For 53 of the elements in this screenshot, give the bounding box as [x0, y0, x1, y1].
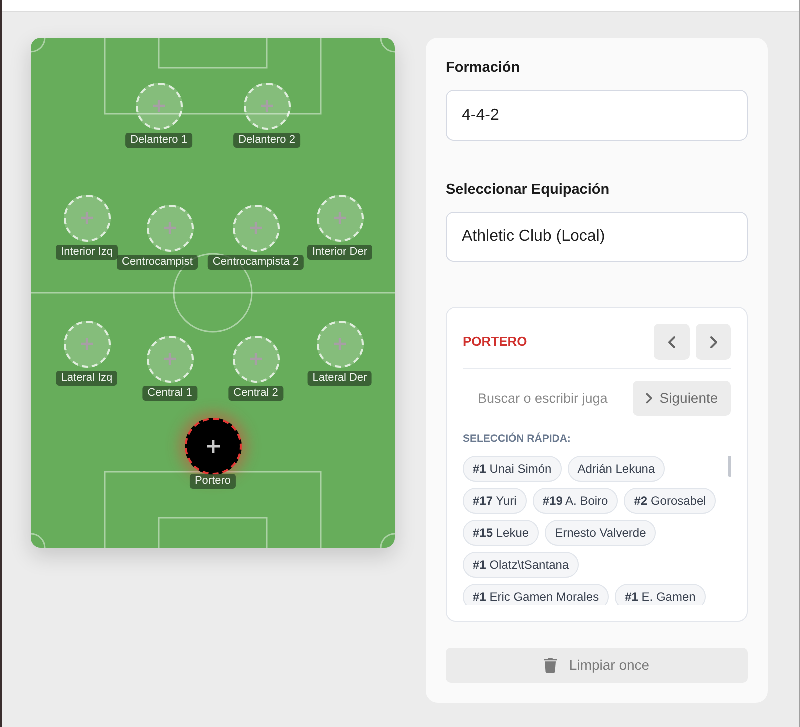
- position-label: Lateral Der: [308, 370, 372, 386]
- plus-icon: [334, 212, 346, 224]
- position-label: Centrocampist: [117, 254, 198, 270]
- plus-icon: [334, 338, 346, 350]
- trash-icon: [544, 658, 558, 673]
- position-label: Central 1: [142, 386, 198, 400]
- position-label: Interior Der: [307, 244, 373, 260]
- field-label: Formación: [446, 59, 520, 78]
- plus-icon: [261, 100, 273, 112]
- plus-icon: [164, 353, 176, 365]
- player-chip[interactable]: #1 Eric Gamen Morales: [463, 584, 610, 605]
- player-chip[interactable]: #2 Gorosabel: [624, 488, 716, 514]
- next-player-button[interactable]: Siguiente: [633, 381, 731, 416]
- previous-button[interactable]: [654, 324, 690, 360]
- kit-field[interactable]: Athletic Club (Local): [446, 212, 748, 262]
- plus-icon: [81, 338, 93, 350]
- player-chip[interactable]: Ernesto Valverde: [545, 520, 656, 546]
- field-label: Seleccionar Equipación: [446, 181, 610, 200]
- player-chip[interactable]: #15 Lekue: [463, 520, 540, 546]
- corner-arc: [380, 38, 395, 53]
- player-chip[interactable]: Adrián Lekuna: [568, 456, 666, 482]
- position-label: Delantero 1: [126, 132, 192, 148]
- next-button[interactable]: [696, 324, 731, 360]
- position-label: Interior Izq: [56, 244, 118, 260]
- scrollbar[interactable]: [728, 456, 731, 477]
- corner-arc: [31, 533, 46, 548]
- plus-icon: [81, 212, 93, 224]
- corner-arc: [380, 533, 395, 548]
- plus-icon: [250, 222, 262, 234]
- player-chip[interactable]: #1 Olatz\tSantana: [463, 552, 580, 578]
- chevron-left-icon: [668, 336, 676, 348]
- player-chip[interactable]: #1 Unai Simón: [463, 456, 562, 482]
- clear-button[interactable]: Limpiar once: [446, 648, 748, 683]
- position-label: Portero: [190, 474, 236, 488]
- player-chip[interactable]: #1 E. Gamen: [615, 584, 706, 605]
- corner-arc: [31, 38, 46, 53]
- player-slot[interactable]: [184, 418, 242, 474]
- player-chip[interactable]: #17 Yuri: [463, 488, 527, 514]
- position-title: PORTERO: [463, 333, 528, 352]
- plus-icon: [250, 353, 262, 365]
- player-chip[interactable]: #19 A. Boiro: [532, 488, 618, 514]
- player-search-field[interactable]: Buscar o escribir juga: [463, 381, 626, 416]
- position-label: Central 2: [228, 386, 284, 400]
- position-label: Delantero 2: [234, 132, 300, 148]
- position-label: Lateral Izq: [56, 370, 118, 386]
- position-label: Centrocampista 2: [208, 254, 304, 270]
- plus-icon: [206, 440, 220, 452]
- chevron-right-icon: [646, 393, 653, 404]
- section-label: SELECCIÓN RÁPIDA:: [463, 432, 571, 446]
- plus-icon: [153, 100, 165, 112]
- plus-icon: [164, 222, 176, 234]
- formation-field[interactable]: 4-4-2: [446, 90, 748, 141]
- chevron-right-icon: [710, 336, 718, 348]
